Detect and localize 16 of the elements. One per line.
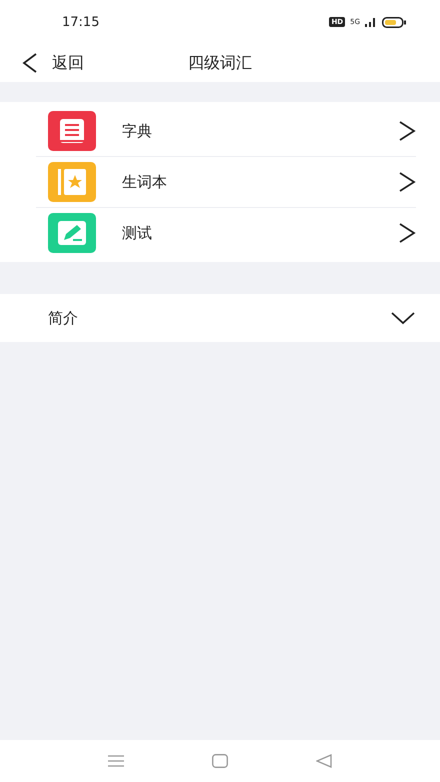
signal-icon (365, 17, 377, 27)
intro-row[interactable]: 简介 (0, 294, 440, 342)
menu-item[interactable]: 测试 (36, 208, 416, 258)
chevron-right-icon (398, 171, 416, 193)
status-time: 17:15 (62, 14, 100, 30)
home-icon[interactable] (212, 754, 228, 768)
page-title: 四级词汇 (188, 52, 252, 74)
chevron-down-icon (390, 311, 416, 325)
back-nav-icon[interactable] (316, 754, 332, 768)
menu-icon[interactable] (108, 755, 124, 767)
menu-item[interactable]: 字典 (36, 106, 416, 157)
back-button[interactable]: 返回 (22, 52, 84, 74)
chevron-right-icon (398, 120, 416, 142)
menu-item[interactable]: 生词本 (36, 157, 416, 208)
chevron-right-icon (398, 222, 416, 244)
battery-icon (382, 16, 406, 28)
